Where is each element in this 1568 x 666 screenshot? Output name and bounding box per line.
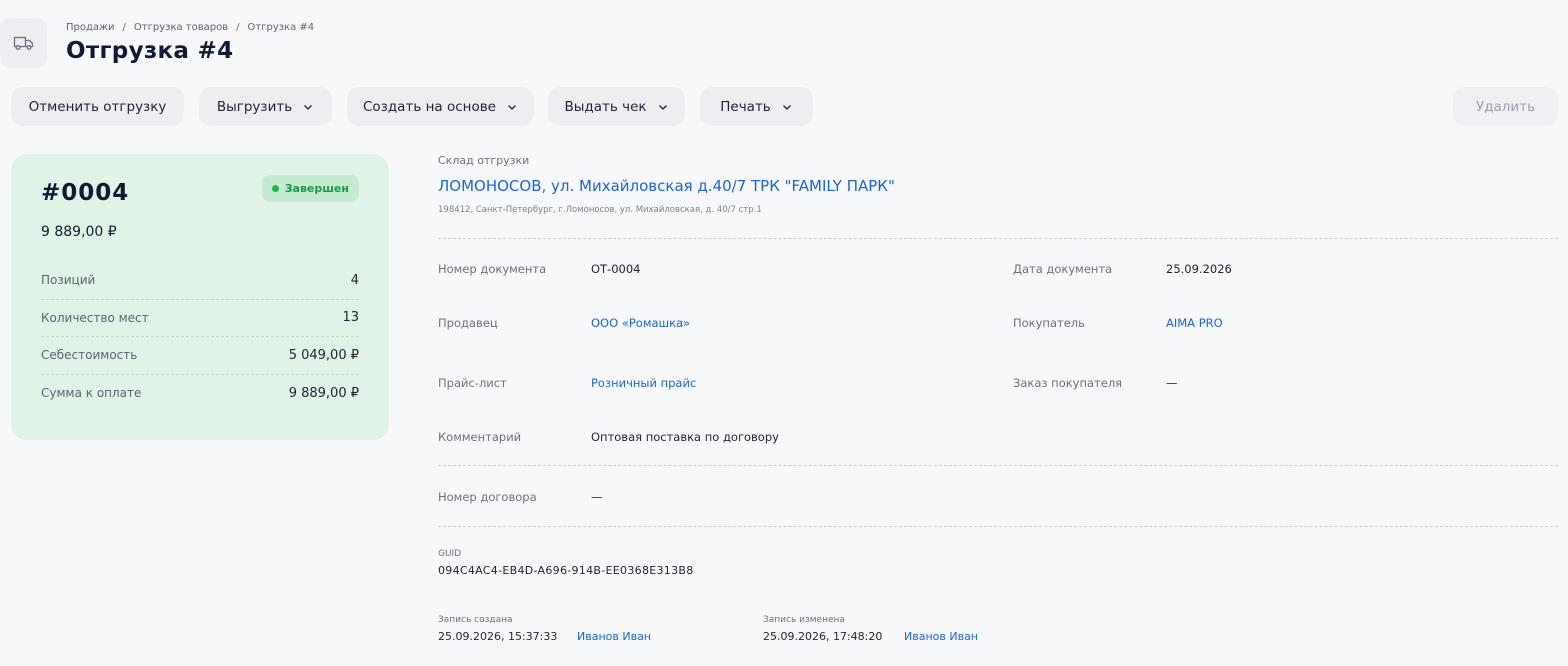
summary-row-cost: Себестоимость 5 049,00 ₽ xyxy=(41,337,359,375)
cancel-shipment-button[interactable]: Отменить отгрузку xyxy=(11,87,184,126)
field-label: Продавец xyxy=(438,316,498,330)
warehouse-label: Склад отгрузки xyxy=(438,154,530,167)
guid-value: 094C4AC4-EB4D-A696-914B-EE0368E313B8 xyxy=(438,564,694,577)
breadcrumb-item-current: Отгрузка #4 xyxy=(247,22,315,33)
field-value: ОТ-0004 xyxy=(591,262,641,276)
field-label: Покупатель xyxy=(1013,316,1085,330)
header-truck-icon-box xyxy=(0,18,47,68)
seller-link[interactable]: ООО «Ромашка» xyxy=(591,316,690,330)
summary-row-value: 4 xyxy=(350,272,359,288)
status-dot-icon xyxy=(271,185,279,192)
summary-row-label: Себестоимость xyxy=(41,348,138,363)
summary-amount: 9 889,00 ₽ xyxy=(41,224,117,240)
details-panel: Склад отгрузки ЛОМОНОСОВ, ул. Михайловск… xyxy=(438,0,1558,666)
record-modified: Запись изменена 25.09.2026, 17:48:20 Ива… xyxy=(763,615,1063,643)
summary-row-label: Количество мест xyxy=(41,310,149,325)
guid-label: GUID xyxy=(438,549,462,559)
divider xyxy=(438,465,1558,466)
breadcrumb-item-sales[interactable]: Продажи xyxy=(66,22,115,33)
record-created-label: Запись создана xyxy=(438,615,513,625)
summary-row-value: 13 xyxy=(342,310,359,326)
price-list-link[interactable]: Розничный прайс xyxy=(591,376,696,390)
record-created-datetime: 25.09.2026, 15:37:33 xyxy=(438,630,558,643)
field-label: Прайс-лист xyxy=(438,376,507,390)
chevron-down-icon xyxy=(304,104,313,110)
record-modified-label: Запись изменена xyxy=(763,615,845,625)
summary-row-places: Количество мест 13 xyxy=(41,300,359,337)
warehouse-address: 198412, Санкт-Петербург, г.Ломоносов, ул… xyxy=(438,205,762,215)
truck-icon xyxy=(13,36,33,50)
summary-row-total: Сумма к оплате 9 889,00 ₽ xyxy=(41,375,359,413)
breadcrumb-separator: / xyxy=(122,22,126,33)
status-badge: Завершен xyxy=(261,175,359,202)
cancel-shipment-label: Отменить отгрузку xyxy=(28,98,167,115)
export-label: Выгрузить xyxy=(216,98,293,115)
breadcrumb-separator: / xyxy=(236,22,240,33)
field-label: Комментарий xyxy=(438,430,522,444)
summary-row-label: Сумма к оплате xyxy=(41,386,142,401)
field-value: — xyxy=(591,490,603,504)
record-created: Запись создана 25.09.2026, 15:37:33 Иван… xyxy=(438,615,738,643)
summary-card: #0004 Завершен 9 889,00 ₽ Позиций 4 Коли… xyxy=(11,154,389,440)
export-dropdown-button[interactable]: Выгрузить xyxy=(199,87,332,126)
field-value: Оптовая поставка по договору xyxy=(591,430,779,444)
record-modified-datetime: 25.09.2026, 17:48:20 xyxy=(763,630,883,643)
summary-row-positions: Позиций 4 xyxy=(41,262,359,300)
record-created-user-link[interactable]: Иванов Иван xyxy=(577,630,651,643)
breadcrumb: Продажи / Отгрузка товаров / Отгрузка #4 xyxy=(66,22,314,33)
buyer-link[interactable]: AIMA PRO xyxy=(1166,316,1223,330)
summary-row-value: 5 049,00 ₽ xyxy=(288,347,359,363)
document-number: #0004 xyxy=(41,180,130,206)
field-label: Номер договора xyxy=(438,490,537,504)
divider xyxy=(438,526,1558,527)
record-modified-user-link[interactable]: Иванов Иван xyxy=(904,630,978,643)
summary-row-label: Позиций xyxy=(41,273,96,288)
status-label: Завершен xyxy=(284,182,349,195)
field-label: Дата документа xyxy=(1013,262,1113,276)
page-title: Отгрузка #4 xyxy=(66,38,234,64)
summary-rows: Позиций 4 Количество мест 13 Себестоимос… xyxy=(41,262,359,412)
divider xyxy=(438,238,1558,239)
field-value: 25.09.2026 xyxy=(1166,262,1232,276)
field-label: Номер документа xyxy=(438,262,547,276)
field-value: — xyxy=(1166,376,1178,390)
breadcrumb-item-shipments[interactable]: Отгрузка товаров xyxy=(134,22,228,33)
warehouse-link[interactable]: ЛОМОНОСОВ, ул. Михайловская д.40/7 ТРК "… xyxy=(438,177,895,195)
summary-row-value: 9 889,00 ₽ xyxy=(288,385,359,401)
field-label: Заказ покупателя xyxy=(1013,376,1123,390)
